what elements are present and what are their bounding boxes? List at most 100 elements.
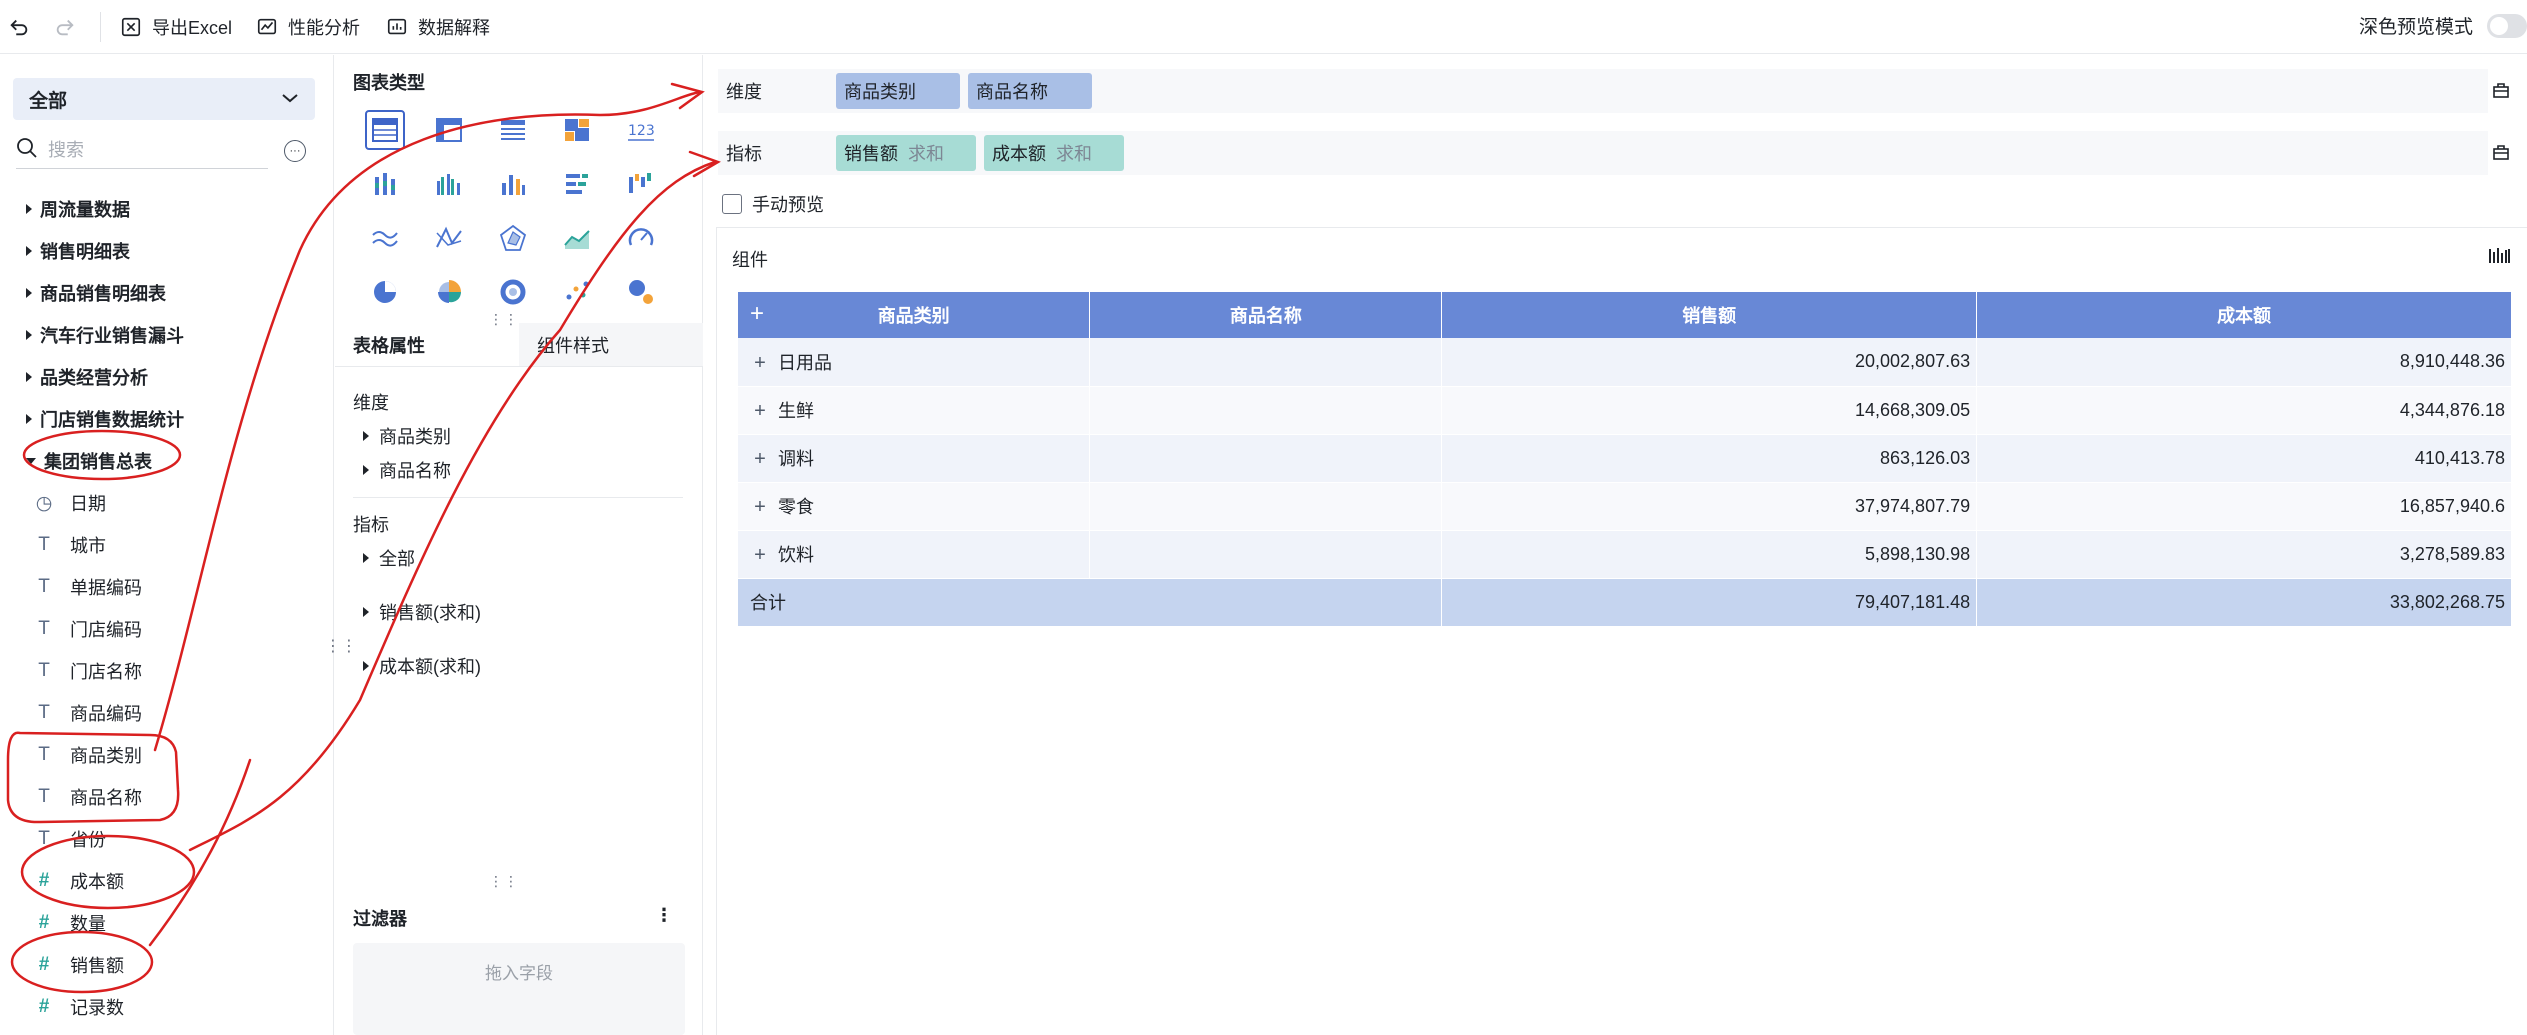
- expand-icon[interactable]: +: [750, 496, 770, 519]
- chart-type-kpi[interactable]: 123: [609, 103, 673, 157]
- chart-type-radar[interactable]: [481, 211, 545, 265]
- folder-item[interactable]: 门店销售数据统计: [0, 398, 334, 440]
- manual-preview-checkbox[interactable]: 手动预览: [722, 191, 824, 217]
- category-cell[interactable]: + 日用品: [738, 338, 1091, 387]
- top-toolbar: 导出Excel 性能分析 数据解释 深色预览模式: [0, 0, 2527, 54]
- folder-label: 集团销售总表: [44, 452, 152, 472]
- field-item[interactable]: # 成本额: [0, 860, 334, 902]
- metric-shelf[interactable]: 指标 销售额 求和 成本额 求和: [718, 131, 2509, 175]
- folder-item-open[interactable]: 集团销售总表: [0, 440, 334, 482]
- expand-icon[interactable]: +: [750, 400, 770, 423]
- column-header[interactable]: 成本额: [1976, 292, 2512, 338]
- checkbox[interactable]: [722, 194, 742, 214]
- chart-type-area[interactable]: [545, 211, 609, 265]
- category-cell[interactable]: + 饮料: [738, 530, 1091, 579]
- date-field-icon: ◷: [35, 492, 53, 514]
- tab-component-style[interactable]: 组件样式: [519, 323, 703, 366]
- shelf-settings-icon[interactable]: [2492, 143, 2510, 161]
- metric-item[interactable]: 成本额(求和): [363, 653, 481, 679]
- dimension-shelf[interactable]: 维度 商品类别 商品名称: [718, 69, 2509, 113]
- chart-type-stacked-bar[interactable]: [353, 157, 417, 211]
- folder-item[interactable]: 销售明细表: [0, 230, 334, 272]
- chart-type-grouped-bar[interactable]: [417, 157, 481, 211]
- chart-type-radar-line[interactable]: [417, 211, 481, 265]
- dimension-pill[interactable]: 商品名称: [968, 73, 1092, 109]
- field-item[interactable]: # 数量: [0, 902, 334, 944]
- column-header[interactable]: + 商品类别: [738, 292, 1091, 338]
- folder-item[interactable]: 商品销售明细表: [0, 272, 334, 314]
- panel-resize-handle-icon[interactable]: ⋮⋮: [325, 639, 357, 655]
- dimension-pill[interactable]: 商品类别: [836, 73, 960, 109]
- field-item[interactable]: T 单据编码: [0, 566, 334, 608]
- chart-type-scatter[interactable]: [545, 265, 609, 319]
- performance-analysis-button[interactable]: 性能分析: [254, 14, 360, 40]
- field-item[interactable]: T 门店名称: [0, 650, 334, 692]
- filter-menu-icon[interactable]: ⋮: [655, 905, 673, 926]
- dark-preview-switch[interactable]: [2487, 13, 2527, 38]
- expand-icon[interactable]: +: [750, 352, 770, 375]
- field-item[interactable]: T 商品编码: [0, 692, 334, 734]
- expand-icon[interactable]: +: [750, 544, 770, 567]
- chart-type-table[interactable]: [353, 103, 417, 157]
- chart-type-treemap[interactable]: [545, 103, 609, 157]
- caret-right-icon: [363, 607, 369, 617]
- undo-icon[interactable]: [6, 14, 32, 40]
- metric-pill[interactable]: 成本额 求和: [984, 135, 1124, 171]
- field-item[interactable]: # 记录数: [0, 986, 334, 1028]
- redo-icon[interactable]: [52, 14, 78, 40]
- field-item[interactable]: T 商品名称: [0, 776, 334, 818]
- sales-cell: 37,974,807.79: [1441, 482, 1978, 531]
- chart-type-bubble[interactable]: [609, 265, 673, 319]
- dark-preview-toggle[interactable]: 深色预览模式: [2359, 12, 2527, 39]
- folder-item[interactable]: 周流量数据: [0, 188, 334, 230]
- metric-item[interactable]: 全部: [363, 545, 415, 571]
- chart-type-line[interactable]: [353, 211, 417, 265]
- chart-type-crosstab[interactable]: [417, 103, 481, 157]
- field-label: 数量: [70, 914, 106, 934]
- sales-cell: 863,126.03: [1441, 434, 1978, 483]
- shelf-settings-icon[interactable]: [2492, 81, 2510, 99]
- field-item[interactable]: T 商品类别: [0, 734, 334, 776]
- field-item[interactable]: T 门店编码: [0, 608, 334, 650]
- chart-type-pie[interactable]: [353, 265, 417, 319]
- category-cell[interactable]: + 零食: [738, 482, 1091, 531]
- data-explain-button[interactable]: 数据解释: [384, 14, 490, 40]
- chart-type-gauge[interactable]: [609, 211, 673, 265]
- metric-pill[interactable]: 销售额 求和: [836, 135, 976, 171]
- cost-cell: 410,413.78: [1976, 434, 2512, 483]
- scope-select[interactable]: 全部: [13, 78, 315, 120]
- field-item[interactable]: T 省份: [0, 818, 334, 860]
- svg-text:123: 123: [628, 123, 655, 139]
- dimension-item[interactable]: 商品名称: [363, 457, 451, 483]
- column-header[interactable]: 销售额: [1441, 292, 1978, 338]
- field-item[interactable]: ◷ 日期: [0, 482, 334, 524]
- category-label: 零食: [778, 497, 814, 517]
- search-input[interactable]: [48, 140, 248, 161]
- chart-type-grid: 123: [353, 103, 673, 319]
- kpi-chart-icon: 123: [621, 110, 661, 150]
- chart-type-detail-table[interactable]: [481, 103, 545, 157]
- export-excel-button[interactable]: 导出Excel: [118, 14, 232, 40]
- category-cell[interactable]: + 调料: [738, 434, 1091, 483]
- field-item[interactable]: # 销售额: [0, 944, 334, 986]
- chart-type-horizontal-bar[interactable]: [545, 157, 609, 211]
- text-field-icon: T: [38, 828, 50, 849]
- folder-item[interactable]: 品类经营分析: [0, 356, 334, 398]
- category-cell[interactable]: + 生鲜: [738, 386, 1091, 435]
- expand-all-icon[interactable]: +: [750, 300, 764, 328]
- component-title: 组件: [732, 250, 768, 270]
- dimension-item[interactable]: 商品类别: [363, 423, 451, 449]
- column-header[interactable]: 商品名称: [1089, 292, 1443, 338]
- chart-type-waterfall[interactable]: [609, 157, 673, 211]
- chart-type-rose[interactable]: [417, 265, 481, 319]
- expand-icon[interactable]: +: [750, 448, 770, 471]
- field-item[interactable]: T 城市: [0, 524, 334, 566]
- chart-type-bar[interactable]: [481, 157, 545, 211]
- tab-table-properties[interactable]: 表格属性: [335, 323, 519, 366]
- component-chart-icon[interactable]: [2487, 245, 2511, 267]
- metric-item[interactable]: 销售额(求和): [363, 599, 481, 625]
- folder-item[interactable]: 汽车行业销售漏斗: [0, 314, 334, 356]
- field-label: 商品名称: [70, 788, 142, 808]
- more-options-icon[interactable]: ···: [284, 140, 306, 162]
- filter-drop-zone[interactable]: 拖入字段: [353, 943, 685, 1035]
